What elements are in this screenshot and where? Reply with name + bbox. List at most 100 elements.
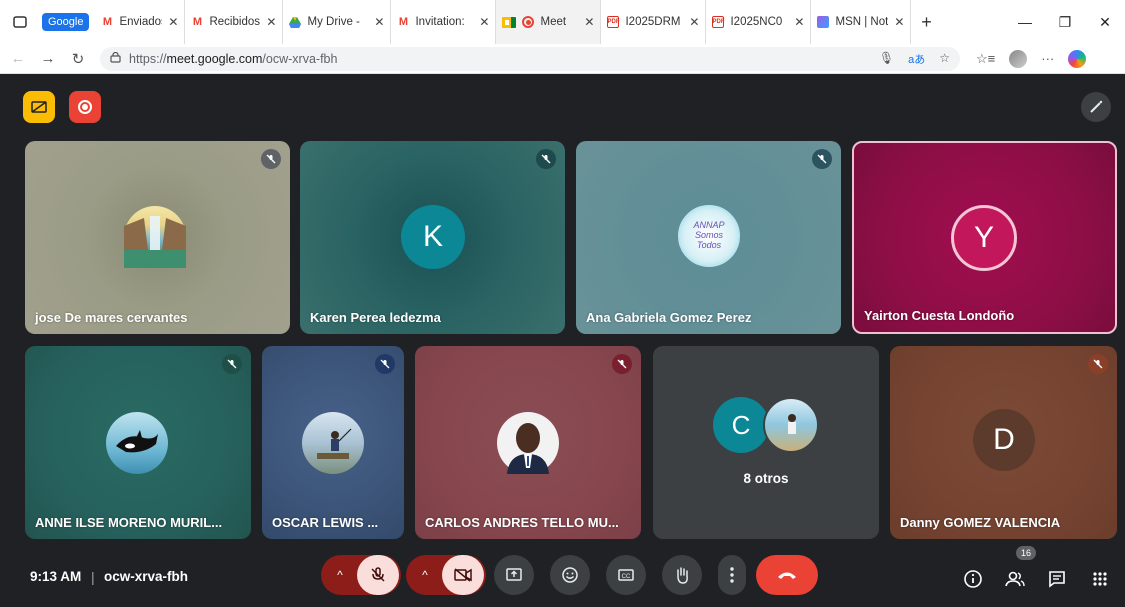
url-prefix: https://: [129, 51, 167, 66]
forward-icon[interactable]: →: [36, 50, 60, 67]
participant-name: CARLOS ANDRES TELLO MU...: [425, 515, 619, 530]
window-controls: — ❐ ✕: [1005, 14, 1125, 31]
meet-icon: [502, 16, 517, 28]
url-field[interactable]: https://meet.google.com/ocw-xrva-fbh 🎙 a…: [100, 46, 960, 71]
participant-avatar: C: [713, 397, 769, 453]
favorite-star-icon[interactable]: ☆: [939, 51, 950, 67]
avatar-initial: C: [731, 409, 751, 440]
minimize-icon[interactable]: —: [1005, 14, 1045, 30]
close-icon[interactable]: ✕: [479, 15, 489, 29]
participant-tile[interactable]: K Karen Perea ledezma: [300, 141, 565, 334]
participant-avatar: Y: [951, 205, 1017, 271]
back-icon[interactable]: ←: [6, 50, 30, 67]
site-info-icon[interactable]: [110, 51, 121, 66]
address-bar-row: ← → ↻ https://meet.google.com/ocw-xrva-f…: [0, 44, 1125, 74]
mic-options-chevron-icon[interactable]: ^: [323, 568, 357, 582]
waterfall-icon: [124, 216, 186, 268]
close-icon[interactable]: ✕: [584, 15, 594, 29]
edit-sparkle-icon[interactable]: [1081, 92, 1111, 122]
participant-tile[interactable]: OSCAR LEWIS ...: [262, 346, 404, 539]
svg-text:CC: CC: [622, 574, 631, 580]
read-aloud-icon[interactable]: aあ: [908, 51, 925, 67]
leave-call-button[interactable]: [756, 555, 818, 595]
people-icon[interactable]: [1003, 567, 1027, 591]
restore-icon[interactable]: ❐: [1045, 14, 1085, 31]
tab-msn[interactable]: MSN | Not ✕: [811, 0, 912, 44]
close-icon[interactable]: ✕: [168, 15, 178, 29]
mic-control-group: ^: [321, 555, 401, 595]
recording-icon: [522, 16, 535, 28]
tab-title: Enviados -: [119, 16, 163, 28]
avatar-initial: Y: [973, 221, 994, 254]
participant-name: Ana Gabriela Gomez Perez: [586, 310, 752, 325]
participant-name: OSCAR LEWIS ...: [272, 515, 379, 530]
mic-off-icon: [371, 567, 385, 582]
camera-off-icon: [454, 568, 472, 582]
pdf-icon: PDF: [607, 16, 620, 28]
person-fishing-icon: [317, 428, 352, 459]
tab-my-drive[interactable]: My Drive - ✕: [283, 0, 392, 44]
camera-control-group: ^: [406, 555, 486, 595]
others-count-label: 8 otros: [743, 471, 789, 486]
tab-title: Recibidos -: [209, 16, 260, 28]
mic-off-icon: [612, 354, 632, 374]
gmail-icon: M: [398, 16, 409, 28]
mic-toggle-button[interactable]: [357, 555, 399, 595]
mic-off-icon: [536, 149, 556, 169]
close-icon[interactable]: ✕: [894, 15, 904, 29]
tab-group-label[interactable]: Google: [42, 13, 90, 31]
captions-button[interactable]: CC: [606, 555, 646, 595]
more-options-button[interactable]: [718, 555, 746, 595]
participant-name: Yairton Cuesta Londoño: [864, 308, 1015, 323]
others-tile[interactable]: C 8 otros: [653, 346, 879, 539]
close-icon[interactable]: ✕: [374, 15, 384, 29]
tab-enviados[interactable]: M Enviados - ✕: [95, 0, 186, 44]
close-icon[interactable]: ✕: [266, 15, 276, 29]
tab-pdf-2[interactable]: PDF I2025NC0 ✕: [706, 0, 812, 44]
close-window-icon[interactable]: ✕: [1085, 14, 1125, 31]
participant-tile[interactable]: ANNAP Somos Todos Ana Gabriela Gomez Per…: [576, 141, 841, 334]
copilot-icon[interactable]: [1068, 49, 1087, 68]
profile-avatar[interactable]: [1009, 49, 1028, 68]
participant-avatar: ANNAP Somos Todos: [678, 205, 740, 267]
activities-icon[interactable]: [1088, 567, 1112, 591]
meeting-details-icon[interactable]: [961, 567, 985, 591]
reload-icon[interactable]: ↻: [66, 50, 90, 68]
browser-tab-bar: Google M Enviados - ✕ M Recibidos - ✕ My…: [0, 0, 1125, 44]
tab-meet[interactable]: Meet ✕: [496, 0, 602, 44]
tab-title: I2025DRM: [625, 16, 681, 28]
more-menu-icon[interactable]: ···: [1041, 51, 1054, 66]
browser-toolbar-right: ☆≡ ···: [976, 49, 1087, 68]
participant-tile[interactable]: D Danny GOMEZ VALENCIA: [890, 346, 1117, 539]
new-tab-icon[interactable]: +: [911, 12, 941, 33]
captions-icon: CC: [618, 569, 634, 581]
camera-options-chevron-icon[interactable]: ^: [408, 568, 442, 582]
favorites-icon[interactable]: ☆≡: [976, 51, 995, 67]
participant-avatar: [124, 206, 186, 268]
participant-tile-active-speaker[interactable]: Y Yairton Cuesta Londoño: [852, 141, 1117, 334]
tab-invitation[interactable]: M Invitation: ✕: [391, 0, 497, 44]
tab-actions-icon[interactable]: [0, 0, 40, 44]
camera-toggle-button[interactable]: [442, 555, 484, 595]
raise-hand-button[interactable]: [662, 555, 702, 595]
recording-indicator-icon[interactable]: [69, 91, 101, 123]
reactions-button[interactable]: [550, 555, 590, 595]
participant-name: Danny GOMEZ VALENCIA: [900, 515, 1061, 530]
no-video-indicator-icon[interactable]: [23, 91, 55, 123]
participant-tile[interactable]: CARLOS ANDRES TELLO MU...: [415, 346, 641, 539]
emoji-icon: [562, 567, 578, 583]
close-icon[interactable]: ✕: [689, 15, 699, 29]
present-screen-button[interactable]: [494, 555, 534, 595]
microphone-icon[interactable]: 🎙: [879, 51, 894, 67]
pdf-icon: PDF: [712, 16, 725, 28]
tab-pdf-1[interactable]: PDF I2025DRM ✕: [601, 0, 707, 44]
gmail-icon: M: [192, 16, 203, 28]
chat-icon[interactable]: [1045, 567, 1069, 591]
close-icon[interactable]: ✕: [794, 15, 804, 29]
meeting-time: 9:13 AM: [30, 569, 82, 584]
gmail-icon: M: [102, 16, 113, 28]
participant-tile[interactable]: jose De mares cervantes: [25, 141, 290, 334]
divider: |: [91, 569, 95, 585]
participant-tile[interactable]: ANNE ILSE MORENO MURIL...: [25, 346, 251, 539]
tab-recibidos[interactable]: M Recibidos - ✕: [185, 0, 284, 44]
